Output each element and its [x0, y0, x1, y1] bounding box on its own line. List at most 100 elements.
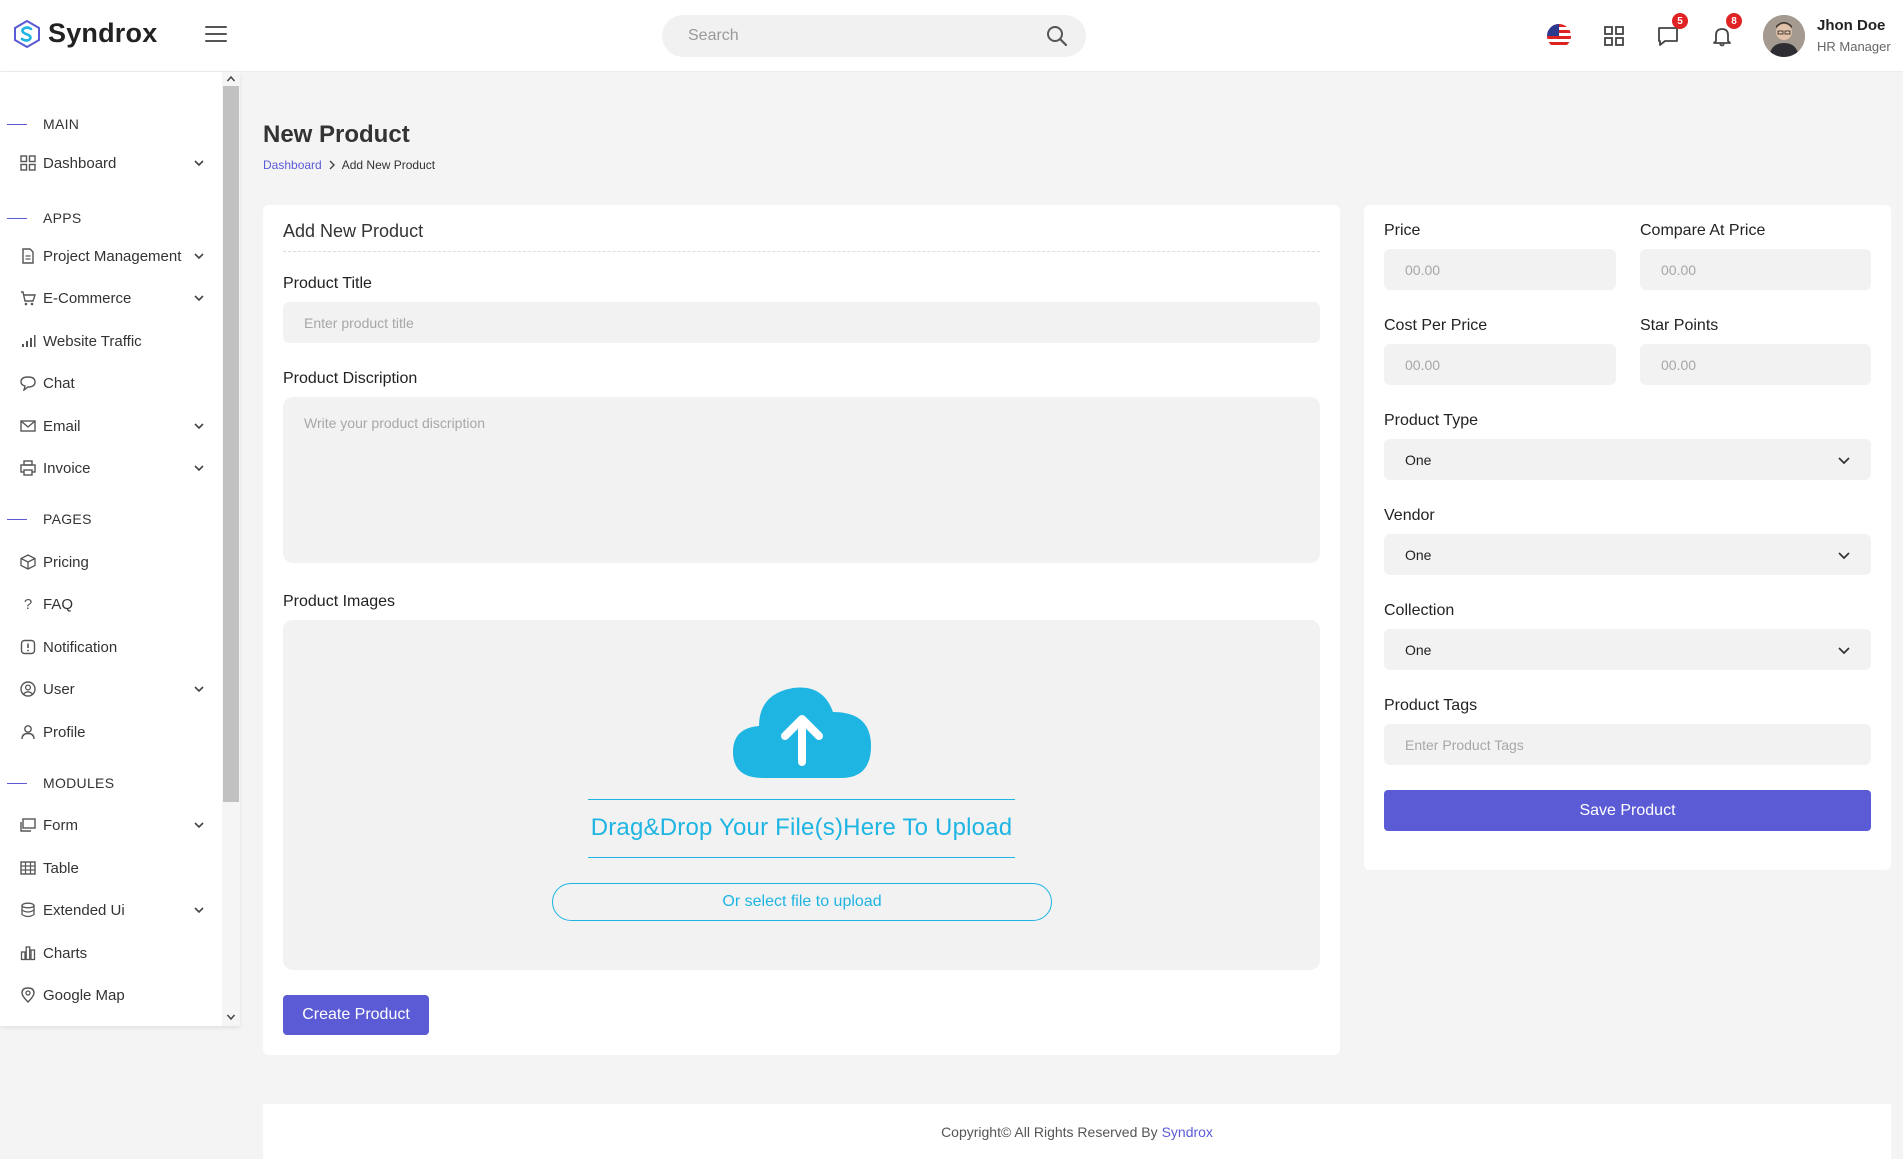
document-icon — [19, 247, 37, 265]
menu-toggle-icon[interactable] — [205, 26, 227, 46]
sidebar-item-label: Notification — [43, 638, 118, 656]
sidebar-item-charts[interactable]: Charts — [0, 936, 220, 970]
search-bar — [662, 15, 1086, 57]
sidebar-item-label: User — [43, 680, 75, 698]
chevron-down-icon — [194, 822, 204, 829]
sidebar-item-label: Charts — [43, 944, 88, 962]
product-tags-input[interactable] — [1384, 724, 1871, 765]
sidebar-item-faq[interactable]: ? FAQ — [0, 587, 220, 621]
compare-at-price-input[interactable] — [1640, 249, 1871, 290]
dropzone-top-rule — [588, 799, 1015, 800]
sidebar-item-label: Extended Ui — [43, 901, 125, 919]
sidebar-item-extended-ui[interactable]: Extended Ui — [0, 893, 220, 927]
chevron-down-icon — [194, 423, 204, 430]
product-description-input[interactable] — [283, 397, 1320, 563]
database-icon — [19, 901, 37, 919]
sidebar-item-label: Form — [43, 816, 78, 834]
alert-square-icon — [19, 638, 37, 656]
sidebar-item-label: Dashboard — [43, 154, 117, 172]
search-input[interactable] — [662, 15, 1022, 57]
sidebar-item-label: FAQ — [43, 595, 74, 613]
sidebar-item-invoice[interactable]: Invoice — [0, 451, 220, 485]
cost-per-price-input[interactable] — [1384, 344, 1616, 385]
scroll-up-arrow-icon[interactable] — [226, 74, 236, 84]
sidebar-item-label: E-Commerce — [43, 289, 132, 307]
product-images-label: Product Images — [283, 593, 396, 610]
cart-icon — [19, 289, 37, 307]
breadcrumb: Dashboard Add New Product — [263, 158, 435, 172]
brand-name: Syndrox — [48, 18, 158, 48]
sidebar-item-chat[interactable]: Chat — [0, 366, 220, 400]
table-icon — [19, 859, 37, 877]
sidebar-item-email[interactable]: Email — [0, 409, 220, 443]
star-points-label: Star Points — [1640, 317, 1719, 334]
messages-button[interactable]: 5 — [1654, 13, 1688, 50]
collection-value: One — [1405, 641, 1432, 658]
chevron-down-icon — [194, 160, 204, 167]
sidebar-section-modules: MODULES — [0, 775, 114, 791]
star-points-input[interactable] — [1640, 344, 1871, 385]
chevron-down-icon — [194, 686, 204, 693]
product-type-label: Product Type — [1384, 412, 1478, 429]
apps-grid-icon[interactable] — [1600, 22, 1628, 50]
breadcrumb-dashboard-link[interactable]: Dashboard — [263, 158, 322, 172]
sidebar-item-label: Google Map — [43, 986, 125, 1004]
printer-icon — [19, 459, 37, 477]
cube-icon — [19, 553, 37, 571]
sidebar-section-main: MAIN — [0, 116, 79, 132]
product-description-label: Product Discription — [283, 370, 418, 387]
card-divider — [283, 251, 1320, 252]
search-icon[interactable] — [1046, 25, 1068, 47]
price-label: Price — [1384, 222, 1421, 239]
sidebar-item-profile[interactable]: Profile — [0, 715, 220, 749]
sidebar-item-website-traffic[interactable]: Website Traffic — [0, 324, 220, 358]
sidebar-item-notification[interactable]: Notification — [0, 630, 220, 664]
sidebar-item-user[interactable]: User — [0, 672, 220, 706]
chat-bubble-icon — [1658, 27, 1678, 46]
notifications-button[interactable]: 8 — [1708, 13, 1742, 50]
sidebar-item-project-management[interactable]: Project Management — [0, 239, 220, 273]
create-product-button[interactable]: Create Product — [283, 995, 429, 1035]
avatar[interactable] — [1763, 15, 1805, 57]
collection-label: Collection — [1384, 602, 1455, 619]
notifications-badge: 8 — [1726, 13, 1742, 29]
pricing-card: Price Compare At Price Cost Per Price St… — [1364, 205, 1891, 870]
collection-select[interactable]: One — [1384, 629, 1871, 670]
save-product-button[interactable]: Save Product — [1384, 790, 1871, 831]
price-input[interactable] — [1384, 249, 1616, 290]
top-header: Syndrox Search 5 8 Jhon Doe HR Manager — [0, 0, 1903, 72]
sidebar-item-pricing[interactable]: Pricing — [0, 545, 220, 579]
product-type-value: One — [1405, 451, 1432, 468]
chevron-down-icon — [194, 253, 204, 260]
product-title-input[interactable] — [283, 302, 1320, 343]
bell-icon — [1713, 28, 1731, 47]
sidebar-item-ecommerce[interactable]: E-Commerce — [0, 281, 220, 315]
footer-brand-link[interactable]: Syndrox — [1162, 1124, 1213, 1140]
vendor-value: One — [1405, 546, 1432, 563]
chat-icon — [19, 374, 37, 392]
chevron-down-icon — [1838, 552, 1850, 560]
compare-at-price-label: Compare At Price — [1640, 222, 1766, 239]
us-flag-icon[interactable] — [1545, 22, 1573, 50]
sidebar-item-google-map[interactable]: Google Map — [0, 978, 220, 1012]
person-icon — [19, 723, 37, 741]
select-file-button[interactable]: Or select file to upload — [552, 883, 1052, 921]
sidebar-item-form[interactable]: Form — [0, 808, 220, 842]
sidebar-item-dashboard[interactable]: Dashboard — [0, 146, 220, 180]
mail-icon — [19, 417, 37, 435]
sidebar-scroll-thumb[interactable] — [223, 86, 239, 802]
bar-chart-icon — [19, 944, 37, 962]
image-dropzone[interactable]: Drag&Drop Your File(s)Here To Upload Or … — [283, 620, 1320, 970]
sidebar-item-table[interactable]: Table — [0, 851, 220, 885]
page-title: New Product — [263, 121, 410, 148]
vendor-label: Vendor — [1384, 507, 1435, 524]
map-pin-icon — [19, 986, 37, 1004]
scroll-down-arrow-icon[interactable] — [226, 1012, 236, 1022]
sidebar-item-label: Profile — [43, 723, 86, 741]
user-name[interactable]: Jhon Doe — [1817, 17, 1885, 34]
dropzone-text: Drag&Drop Your File(s)Here To Upload — [590, 814, 1013, 841]
vendor-select[interactable]: One — [1384, 534, 1871, 575]
copyright-text: Copyright© All Rights Reserved By — [941, 1123, 1158, 1140]
product-type-select[interactable]: One — [1384, 439, 1871, 480]
brand-logo[interactable]: Syndrox — [14, 18, 157, 49]
